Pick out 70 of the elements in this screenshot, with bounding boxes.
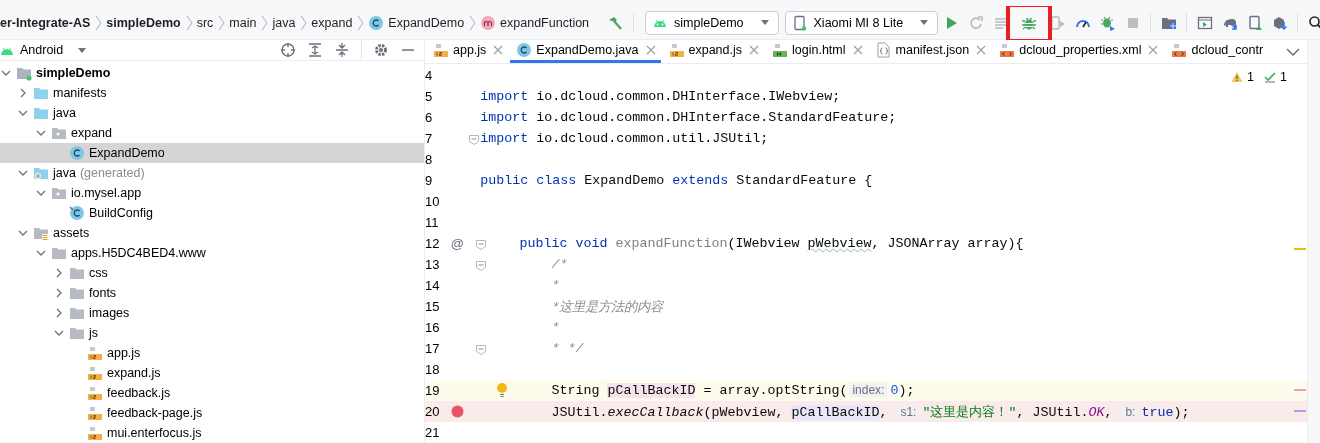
breadcrumb-item[interactable]: main xyxy=(225,11,261,34)
warning-count: 1 xyxy=(1247,70,1255,84)
code-line: JSUtil.execCallback(pWebview, pCallBackID, s1: "这里是内容！", JSUtil.OK, b: true); xyxy=(550,403,1190,421)
line-number: 6 xyxy=(425,110,433,125)
tree-item[interactable]: java xyxy=(0,103,424,123)
line-number: 11 xyxy=(425,215,439,230)
line-number: 15 xyxy=(425,299,440,314)
code-line: /* xyxy=(550,257,568,272)
tree-item[interactable]: expand.js xyxy=(0,363,424,383)
tree-item[interactable]: feedback-page.js xyxy=(0,403,424,423)
tree-item[interactable]: simpleDemo xyxy=(0,63,424,83)
editor-tab[interactable]: dcloud_contr xyxy=(1165,40,1268,63)
line-number: 14 xyxy=(425,278,440,293)
line-number: 4 xyxy=(425,68,433,83)
tree-item[interactable]: assets xyxy=(0,223,424,243)
code-line: String pCallBackID = array.optString( index: 0); xyxy=(550,383,915,398)
tree-item[interactable]: css xyxy=(0,263,424,283)
tree-item[interactable]: expand xyxy=(0,123,424,143)
device-dropdown[interactable]: Xiaomi MI 8 Lite xyxy=(784,10,939,35)
code-line: public void expandFunction(IWebview pWebview, JSONArray array){ xyxy=(518,236,1024,251)
line-number: 16 xyxy=(425,320,440,335)
code-line: * xyxy=(550,278,560,293)
editor-tab[interactable]: app.js xyxy=(427,40,509,63)
tree-item[interactable]: apps.H5DC4BED4.www xyxy=(0,243,424,263)
tree-item[interactable]: java (generated) xyxy=(0,163,424,183)
code-line: * */ xyxy=(550,341,584,356)
code-line: * xyxy=(550,320,560,335)
tree-item[interactable]: feedback.js xyxy=(0,383,424,403)
tree-item[interactable]: images xyxy=(0,303,424,323)
breadcrumb-item[interactable]: ExpandDemo xyxy=(364,11,469,34)
project-view-dropdown[interactable]: Android xyxy=(0,43,88,57)
line-number: 13 xyxy=(425,257,440,272)
tree-item[interactable]: BuildConfig xyxy=(0,203,424,223)
line-number: 10 xyxy=(425,194,440,209)
breadcrumb-item[interactable]: java xyxy=(268,11,300,34)
tree-item[interactable]: mui.enterfocus.js xyxy=(0,423,424,443)
breadcrumb-item[interactable]: expandFunction xyxy=(476,11,594,34)
line-number: 5 xyxy=(425,89,433,104)
breadcrumb-item[interactable]: er-Integrate-AS xyxy=(0,11,95,34)
run-config-dropdown[interactable]: simpleDemo xyxy=(645,10,779,35)
code-line: import io.dcloud.common.DHInterface.StandardFeature; xyxy=(480,110,897,125)
tree-item[interactable]: io.mysel.app xyxy=(0,183,424,203)
line-number: 17 xyxy=(425,341,440,356)
line-number: 20 xyxy=(425,404,440,419)
line-number: 18 xyxy=(425,362,440,377)
tree-item[interactable]: app.js xyxy=(0,343,424,363)
editor-tab[interactable]: login.html xyxy=(766,40,868,63)
override-marker: @ xyxy=(450,236,465,251)
editor-tab[interactable]: dcloud_properties.xml xyxy=(993,40,1164,63)
line-number: 8 xyxy=(425,152,433,167)
tree-item[interactable]: js xyxy=(0,323,424,343)
tree-item[interactable]: manifests xyxy=(0,83,424,103)
breadcrumb-item[interactable]: src xyxy=(192,11,218,34)
tree-item[interactable]: ExpandDemo xyxy=(0,143,424,163)
code-line: import io.dcloud.common.DHInterface.IWebview; xyxy=(480,89,841,104)
editor-tab[interactable]: ExpandDemo.java xyxy=(510,40,661,63)
code-line: *这里是方法的内容 xyxy=(550,298,664,316)
passed-count: 1 xyxy=(1280,70,1287,84)
editor-tab[interactable]: manifest.json xyxy=(869,40,992,63)
tree-item[interactable]: fonts xyxy=(0,283,424,303)
breadcrumb-item[interactable]: expand xyxy=(307,11,357,34)
line-number: 21 xyxy=(425,425,440,440)
line-number: 9 xyxy=(425,173,433,188)
editor-tab[interactable]: expand.js xyxy=(662,40,765,63)
code-line: import io.dcloud.common.util.JSUtil; xyxy=(480,131,769,146)
breadcrumb-item[interactable]: simpleDemo xyxy=(102,11,185,34)
line-number: 19 xyxy=(425,383,440,398)
code-line: public class ExpandDemo extends StandardFeature { xyxy=(480,173,873,188)
line-number: 7 xyxy=(425,131,433,146)
line-number: 12 xyxy=(425,236,440,251)
